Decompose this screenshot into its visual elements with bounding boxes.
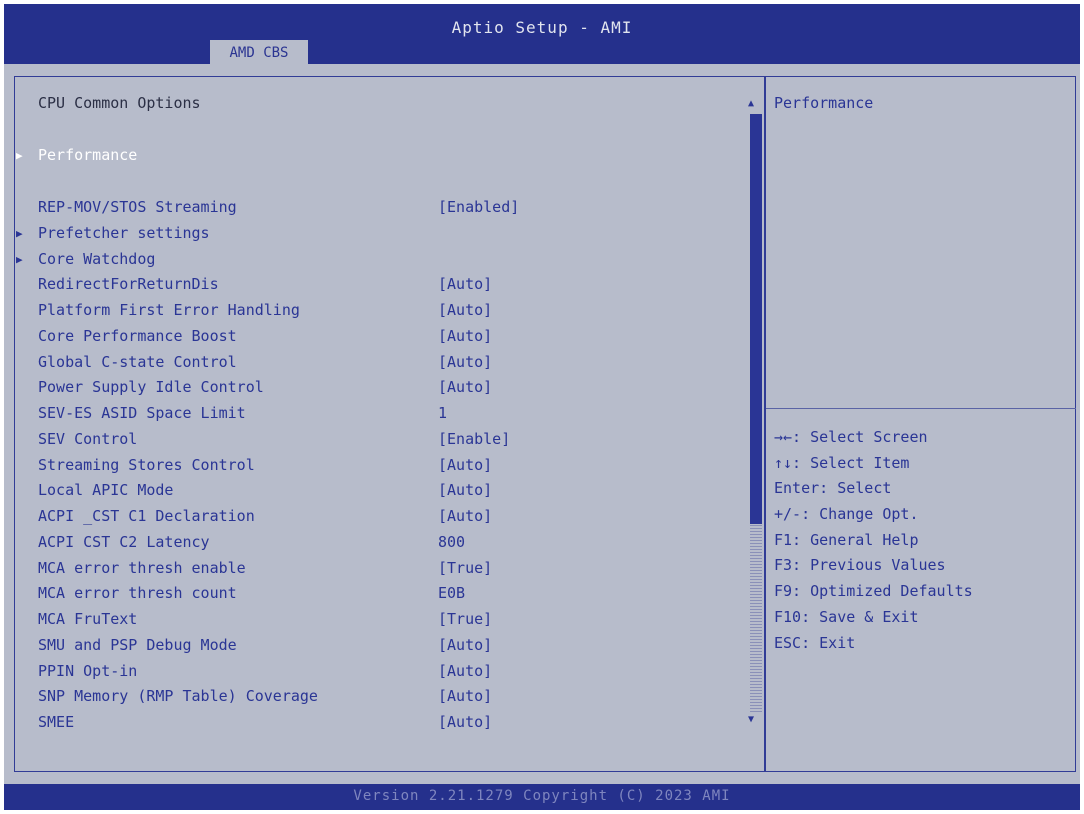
- key-hint: ↑↓: Select Item: [774, 453, 910, 472]
- setting-label: Platform First Error Handling: [38, 301, 300, 319]
- setting-value[interactable]: [Auto]: [438, 687, 492, 705]
- setting-row[interactable]: Global C-state Control [Auto]: [38, 353, 738, 375]
- key-legend: →←: Select Screen ↑↓: Select Item Enter:…: [774, 428, 1074, 659]
- setting-label: Prefetcher settings: [38, 223, 210, 242]
- key-hint: ESC: Exit: [774, 633, 856, 652]
- setting-value[interactable]: [Auto]: [438, 275, 492, 293]
- setting-row[interactable]: MCA error thresh count E0B: [38, 584, 738, 606]
- app-title: Aptio Setup - AMI: [451, 18, 633, 37]
- setting-label: ACPI CST C2 Latency: [38, 532, 210, 551]
- setting-row[interactable]: Local APIC Mode [Auto]: [38, 481, 738, 503]
- scrollbar-thumb[interactable]: [750, 114, 762, 524]
- help-divider: [766, 408, 1076, 409]
- setting-value[interactable]: [True]: [438, 559, 492, 577]
- setting-label: PPIN Opt-in: [38, 661, 138, 680]
- setting-label: SEV Control: [38, 429, 138, 448]
- key-hint: F3: Previous Values: [774, 556, 946, 575]
- setting-label: SMEE: [38, 713, 75, 731]
- setting-row[interactable]: SNP Memory (RMP Table) Coverage [Auto]: [38, 687, 738, 709]
- key-hint: F10: Save & Exit: [774, 607, 919, 626]
- setting-row[interactable]: Core Performance Boost [Auto]: [38, 327, 738, 349]
- setting-value[interactable]: [Auto]: [438, 301, 492, 319]
- setting-label: Local APIC Mode: [38, 481, 174, 500]
- setting-value[interactable]: [Auto]: [438, 507, 492, 525]
- setting-label: MCA FruText: [38, 610, 138, 628]
- setting-value[interactable]: [Auto]: [438, 481, 492, 499]
- setting-label: Global C-state Control: [38, 352, 237, 371]
- setting-label: ACPI _CST C1 Declaration: [38, 507, 255, 525]
- setting-row[interactable]: MCA FruText [True]: [38, 610, 738, 632]
- setting-row[interactable]: SEV-ES ASID Space Limit 1: [38, 404, 738, 426]
- setting-label: Core Watchdog: [38, 249, 156, 268]
- tab-amd-cbs[interactable]: AMD CBS: [210, 40, 308, 64]
- setting-row[interactable]: SEV Control [Enable]: [38, 430, 738, 452]
- submenu-arrow-icon: ▶: [16, 226, 23, 240]
- setting-label: RedirectForReturnDis: [38, 275, 219, 294]
- setting-row[interactable]: RedirectForReturnDis [Auto]: [38, 275, 738, 297]
- setting-label: MCA error thresh count: [38, 584, 237, 603]
- setting-value[interactable]: E0B: [438, 584, 465, 602]
- setting-label: Streaming Stores Control: [38, 455, 255, 474]
- setting-row[interactable]: SMU and PSP Debug Mode [Auto]: [38, 636, 738, 658]
- setting-value[interactable]: [Auto]: [438, 662, 492, 680]
- key-hint: F1: General Help: [774, 530, 919, 549]
- setting-row[interactable]: ACPI _CST C1 Declaration [Auto]: [38, 507, 738, 529]
- setting-row[interactable]: Platform First Error Handling [Auto]: [38, 301, 738, 323]
- setting-row[interactable]: ACPI CST C2 Latency 800: [38, 533, 738, 555]
- setting-row[interactable]: Power Supply Idle Control [Auto]: [38, 378, 738, 400]
- setting-label: SNP Memory (RMP Table) Coverage: [38, 687, 318, 706]
- setting-label: SMU and PSP Debug Mode: [38, 635, 237, 654]
- submenu-item[interactable]: Core Watchdog: [38, 250, 738, 272]
- setting-value[interactable]: [Auto]: [438, 456, 492, 474]
- submenu-item[interactable]: Performance: [38, 146, 738, 168]
- setting-value[interactable]: [Auto]: [438, 636, 492, 654]
- help-text: Performance: [774, 94, 874, 112]
- setting-label: MCA error thresh enable: [38, 558, 246, 577]
- setting-row[interactable]: SMEE [Auto]: [38, 713, 738, 735]
- scroll-up-icon[interactable]: ▲: [748, 98, 754, 109]
- header-bar: Aptio Setup - AMI AMD CBS: [4, 4, 1080, 64]
- submenu-item[interactable]: Prefetcher settings: [38, 224, 738, 246]
- footer-bar: Version 2.21.1279 Copyright (C) 2023 AMI: [4, 784, 1080, 810]
- setting-label: SEV-ES ASID Space Limit: [38, 404, 246, 422]
- key-hint: F9: Optimized Defaults: [774, 582, 973, 601]
- setting-row[interactable]: MCA error thresh enable [True]: [38, 559, 738, 581]
- setting-value[interactable]: 1: [438, 404, 447, 422]
- key-hint: Enter: Select: [774, 479, 892, 498]
- setting-value[interactable]: [Auto]: [438, 713, 492, 731]
- setting-row[interactable]: REP-MOV/STOS Streaming [Enabled]: [38, 198, 738, 220]
- setting-value[interactable]: [Enabled]: [438, 198, 519, 216]
- key-hint: +/-: Change Opt.: [774, 505, 919, 524]
- scroll-down-icon[interactable]: ▼: [748, 714, 754, 725]
- setting-value[interactable]: [Auto]: [438, 353, 492, 371]
- key-hint: →←: Select Screen: [774, 428, 928, 446]
- setting-value[interactable]: [Auto]: [438, 378, 492, 396]
- setting-value[interactable]: [Enable]: [438, 430, 510, 448]
- setting-row[interactable]: Streaming Stores Control [Auto]: [38, 456, 738, 478]
- setting-label: Core Performance Boost: [38, 326, 237, 345]
- panel-divider: [764, 76, 766, 772]
- version-text: Version 2.21.1279 Copyright (C) 2023 AMI: [353, 788, 731, 804]
- setting-value[interactable]: 800: [438, 533, 465, 551]
- section-title: CPU Common Options: [38, 94, 201, 112]
- bios-screen: Aptio Setup - AMI AMD CBS CPU Common Opt…: [4, 4, 1080, 810]
- submenu-arrow-icon: ▶: [16, 149, 23, 162]
- setting-label: Performance: [38, 146, 138, 164]
- setting-label: Power Supply Idle Control: [38, 378, 264, 397]
- setting-value[interactable]: [True]: [438, 610, 492, 628]
- setting-label: REP-MOV/STOS Streaming: [38, 198, 237, 216]
- setting-row[interactable]: PPIN Opt-in [Auto]: [38, 662, 738, 684]
- submenu-arrow-icon: ▶: [16, 252, 23, 266]
- setting-value[interactable]: [Auto]: [438, 327, 492, 345]
